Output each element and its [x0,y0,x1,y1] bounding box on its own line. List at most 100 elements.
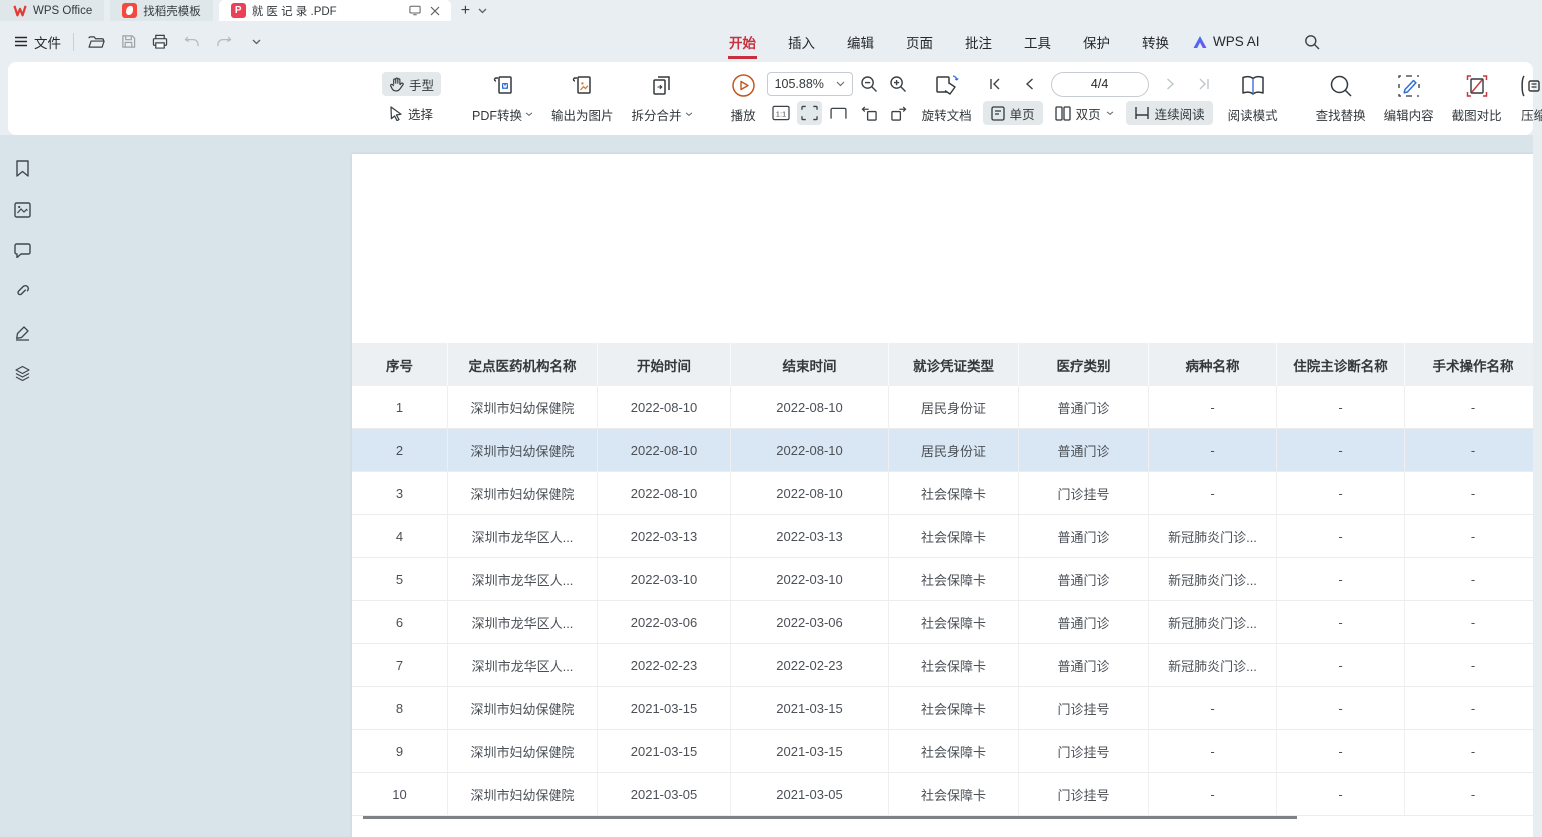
split-merge-button[interactable]: 拆分合并 [623,62,702,135]
wps-ai-button[interactable]: WPS AI [1192,34,1260,49]
zoom-out-button[interactable] [857,72,882,96]
tab-label: 找稻壳模板 [143,3,201,19]
table-cell: 居民身份证 [889,429,1019,471]
tab-wps-office[interactable]: WPS Office [0,0,104,21]
menu-tab-2[interactable]: 编辑 [846,21,875,62]
file-menu-button[interactable]: 文件 [14,32,61,52]
open-folder-icon[interactable] [86,32,106,52]
table-row[interactable]: 10深圳市妇幼保健院2021-03-052021-03-05社会保障卡门诊挂号-… [352,773,1542,816]
tab-list-chevron-icon[interactable] [478,8,487,14]
table-cell: 9 [352,730,448,772]
edit-content-button[interactable]: 编辑内容 [1375,62,1443,135]
menu-tab-5[interactable]: 工具 [1023,21,1052,62]
menu-bar: 文件 开始插入编辑页面批注工具保护转换 WPS AI [0,21,1542,62]
comment-icon[interactable] [14,242,31,259]
screenshot-compare-button[interactable]: 截图对比 [1443,62,1511,135]
menu-tab-1[interactable]: 插入 [787,21,816,62]
book-icon [1240,74,1266,98]
table-cell: 2022-02-23 [731,644,889,686]
table-cell: 新冠肺炎门诊... [1149,644,1277,686]
hand-tool-button[interactable]: 手型 [382,72,441,96]
table-row[interactable]: 4深圳市龙华区人...2022-03-132022-03-13社会保障卡普通门诊… [352,515,1542,558]
table-cell: - [1277,472,1405,514]
first-page-button[interactable] [983,72,1008,96]
table-cell: - [1149,386,1277,428]
undo-icon[interactable] [182,32,202,52]
menu-tab-4[interactable]: 批注 [964,21,993,62]
close-icon[interactable] [427,3,443,19]
new-tab-button[interactable]: + [461,3,470,19]
table-cell: 普通门诊 [1019,386,1149,428]
play-button[interactable]: 播放 [722,62,765,135]
table-cell: 深圳市妇幼保健院 [448,386,598,428]
table-cell: 2022-08-10 [598,386,731,428]
read-mode-button[interactable]: 阅读模式 [1219,62,1287,135]
monitor-icon[interactable] [407,3,423,19]
zoom-in-button[interactable] [886,72,911,96]
table-cell: 新冠肺炎门诊... [1149,515,1277,557]
vertical-scrollbar[interactable] [1533,135,1542,837]
double-page-button[interactable]: 双页 [1047,101,1122,125]
redo-icon[interactable] [214,32,234,52]
table-row[interactable]: 6深圳市龙华区人...2022-03-062022-03-06社会保障卡普通门诊… [352,601,1542,644]
double-page-icon [1055,106,1071,121]
fit-width-button[interactable] [797,101,822,125]
layers-icon[interactable] [14,365,31,382]
table-cell: - [1405,429,1542,471]
menu-tab-0[interactable]: 开始 [728,21,757,62]
fit-page-button[interactable] [826,101,851,125]
table-row[interactable]: 2深圳市妇幼保健院2022-08-102022-08-10居民身份证普通门诊--… [352,429,1542,472]
menu-tab-7[interactable]: 转换 [1141,21,1170,62]
table-cell: 1 [352,386,448,428]
zoom-level-select[interactable]: 105.88% [767,72,853,96]
menu-items: 开始插入编辑页面批注工具保护转换 [728,21,1170,62]
menu-search-icon[interactable] [1304,34,1320,50]
table-cell: - [1277,601,1405,643]
rotate-left-button[interactable] [857,101,882,125]
menu-tab-6[interactable]: 保护 [1082,21,1111,62]
export-as-image-button[interactable]: 输出为图片 [542,62,623,135]
table-cell: 2022-08-10 [731,386,889,428]
next-page-button[interactable] [1158,72,1183,96]
select-tool-button[interactable]: 选择 [382,101,441,125]
table-cell: - [1405,601,1542,643]
sign-pen-icon[interactable] [14,324,31,341]
print-icon[interactable] [150,32,170,52]
find-replace-button[interactable]: 查找替换 [1307,62,1375,135]
chevron-down-icon [836,81,845,87]
wps-logo-icon [12,3,27,18]
thumbnail-icon[interactable] [14,201,31,218]
table-cell: 社会保障卡 [889,730,1019,772]
menu-tab-3[interactable]: 页面 [905,21,934,62]
table-row[interactable]: 9深圳市妇幼保健院2021-03-152021-03-15社会保障卡门诊挂号--… [352,730,1542,773]
table-cell: - [1405,386,1542,428]
table-row[interactable]: 1深圳市妇幼保健院2022-08-102022-08-10居民身份证普通门诊--… [352,386,1542,429]
table-row[interactable]: 3深圳市妇幼保健院2022-08-102022-08-10社会保障卡门诊挂号--… [352,472,1542,515]
table-row[interactable]: 7深圳市龙华区人...2022-02-232022-02-23社会保障卡普通门诊… [352,644,1542,687]
rotate-right-button[interactable] [886,101,911,125]
save-icon[interactable] [118,32,138,52]
pdf-convert-icon [491,74,515,98]
table-horizontal-scrollbar[interactable] [363,816,1297,819]
table-row[interactable]: 8深圳市妇幼保健院2021-03-152021-03-15社会保障卡门诊挂号--… [352,687,1542,730]
rotate-document-button[interactable]: 旋转文档 [913,62,981,135]
table-cell: - [1405,515,1542,557]
continuous-reading-button[interactable]: 连续阅读 [1126,101,1213,125]
table-row[interactable]: 5深圳市龙华区人...2022-03-102022-03-10社会保障卡普通门诊… [352,558,1542,601]
bookmark-icon[interactable] [14,160,31,177]
quickbar-chevron-icon[interactable] [246,32,266,52]
compress-button[interactable]: 压缩 [1511,62,1542,135]
table-cell: 居民身份证 [889,386,1019,428]
previous-page-button[interactable] [1017,72,1042,96]
attachment-icon[interactable] [14,283,31,300]
single-page-button[interactable]: 单页 [983,101,1043,125]
table-cell: 6 [352,601,448,643]
tab-medical-record-pdf[interactable]: P 就 医 记 录 .PDF [219,0,451,21]
pdf-convert-button[interactable]: PDF转换 [463,62,542,135]
page-number-input[interactable]: 4/4 [1051,72,1149,97]
tab-docer-templates[interactable]: 找稻壳模板 [110,0,213,21]
table-cell: 普通门诊 [1019,644,1149,686]
last-page-button[interactable] [1192,72,1217,96]
actual-size-button[interactable]: 1:1 [768,101,793,125]
table-cell: 社会保障卡 [889,687,1019,729]
